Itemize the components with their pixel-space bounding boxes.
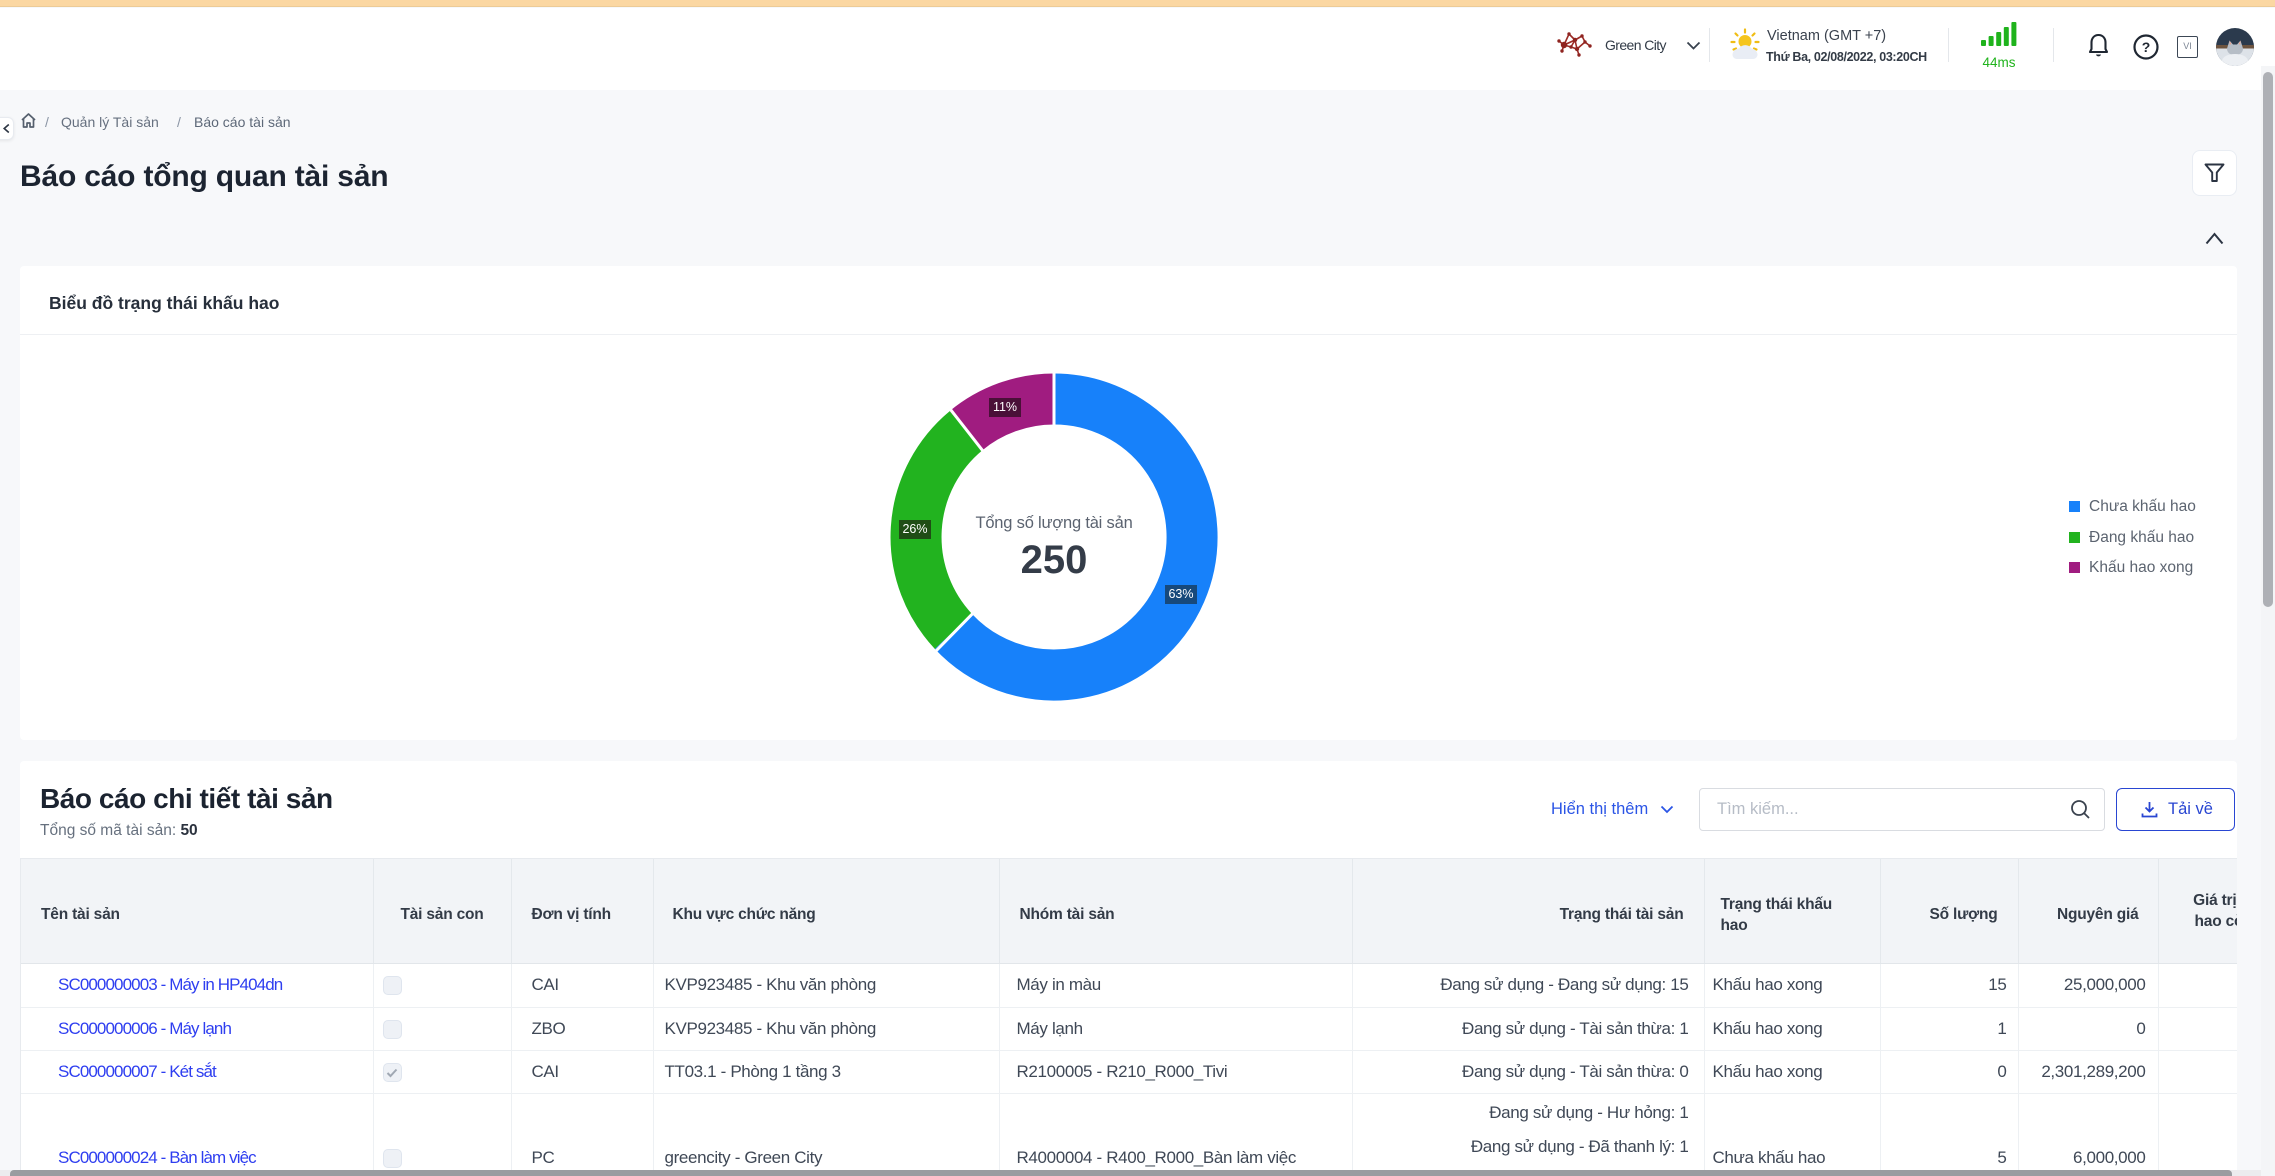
svg-text:?: ? bbox=[2142, 39, 2151, 55]
